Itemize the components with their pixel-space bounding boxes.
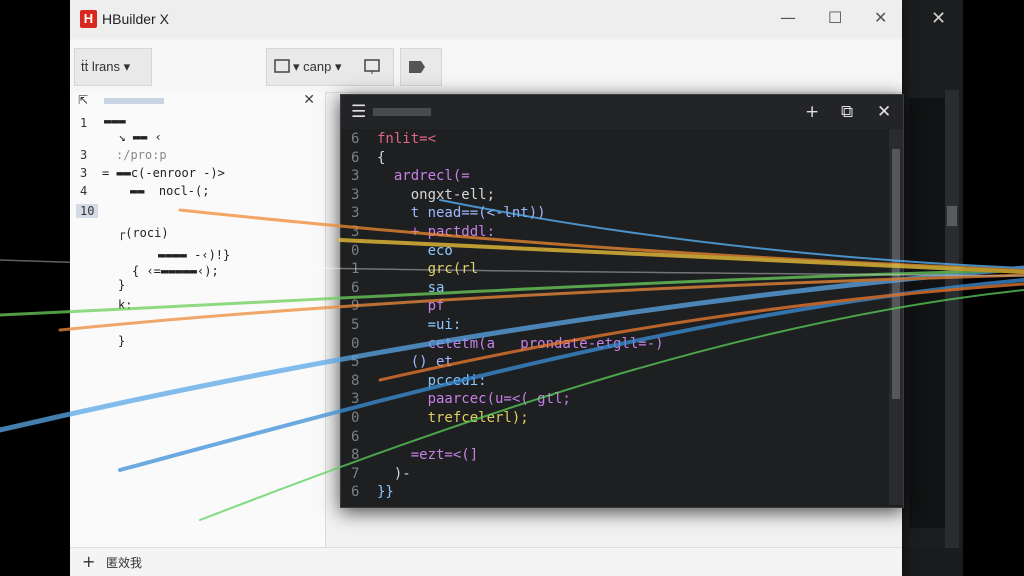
toolbar: ṫṫ lrans ▾ ▾ canp ▾ [70, 40, 902, 93]
code-line: } [118, 334, 126, 348]
line-number: 3 [80, 148, 88, 162]
code-line: :/pro:p [116, 148, 167, 162]
editor-header: ☰ + ⧉ ✕ [341, 95, 903, 129]
code-line: ↘ ▬▬ ‹ [104, 130, 162, 144]
code-line: { ‹=▬▬▬▬▬‹); [132, 264, 219, 278]
close-icon[interactable]: ✕ [931, 8, 946, 29]
scrollbar-thumb[interactable] [892, 149, 900, 399]
sidebar-title [104, 98, 164, 104]
line-number: 4 [80, 184, 88, 198]
popout-icon[interactable]: ⧉ [841, 102, 853, 122]
toolbar-mid-label: ▾ canp ▾ [293, 59, 342, 74]
title-bar: H HBuilder X — ☐ ✕ [70, 0, 902, 38]
code-row[interactable]: 6}} [341, 482, 881, 503]
add-icon[interactable]: + [805, 102, 819, 122]
close-icon[interactable]: ✕ [877, 102, 891, 122]
toolbar-tag-button[interactable] [400, 48, 442, 86]
close-button[interactable]: ✕ [874, 8, 887, 27]
menu-icon[interactable]: ☰ [351, 102, 366, 122]
comment-icon [274, 59, 290, 73]
code-line: ┌(roci) [118, 226, 169, 240]
app-logo: H [80, 10, 97, 28]
code-line: ▬▬ nocl-(; [130, 184, 210, 198]
toolbar-dropdown-mid[interactable]: ▾ canp ▾ [266, 48, 394, 86]
sidebar: ⇱ ✕ 1 3 3 4 10 ▬▬▬ ↘ ▬▬ ‹ :/pro:p = ▬▬c(… [70, 92, 326, 548]
maximize-button[interactable]: ☐ [828, 8, 842, 27]
code-line: } [118, 278, 126, 292]
close-icon[interactable]: ✕ [303, 92, 315, 108]
toolbar-dropdown-left[interactable]: ṫṫ lrans ▾ [74, 48, 152, 86]
add-button[interactable]: + [82, 552, 95, 571]
code-line: k: [118, 298, 133, 312]
line-number-active: 10 [76, 204, 99, 218]
code-line: ▬▬▬ [104, 114, 126, 128]
code-line: = ▬▬c(-enroor -)> [102, 166, 225, 180]
scrollbar[interactable] [945, 90, 959, 550]
background-window: ✕ [900, 0, 963, 576]
editor-scrollbar[interactable] [889, 129, 903, 505]
minimize-button[interactable]: — [780, 8, 796, 27]
status-text: 匿效我 [106, 556, 143, 570]
editor-title [373, 108, 431, 116]
code-editor-panel: ☰ + ⧉ ✕ 6 fnlit=< 6{3 ardrecl(= 3 ongxt-ell… [340, 94, 904, 508]
scrollbar-thumb[interactable] [947, 206, 957, 226]
status-bar [901, 548, 963, 576]
line-number: 3 [80, 166, 88, 180]
app-title: HBuilder X [102, 11, 169, 27]
line-number: 6 [351, 484, 360, 501]
code-text: }} [377, 484, 394, 501]
line-number: 1 [80, 116, 88, 130]
tag-icon [409, 61, 425, 73]
sidebar-header: ⇱ ✕ [70, 92, 325, 112]
toolbar-left-label: ṫṫ lrans ▾ [81, 59, 131, 74]
collapse-icon[interactable]: ⇱ [78, 93, 88, 107]
status-bar: + 匿效我 [70, 547, 902, 576]
monitor-icon [364, 59, 380, 74]
code-line: ▬▬▬▬ -‹)!} [158, 248, 231, 262]
